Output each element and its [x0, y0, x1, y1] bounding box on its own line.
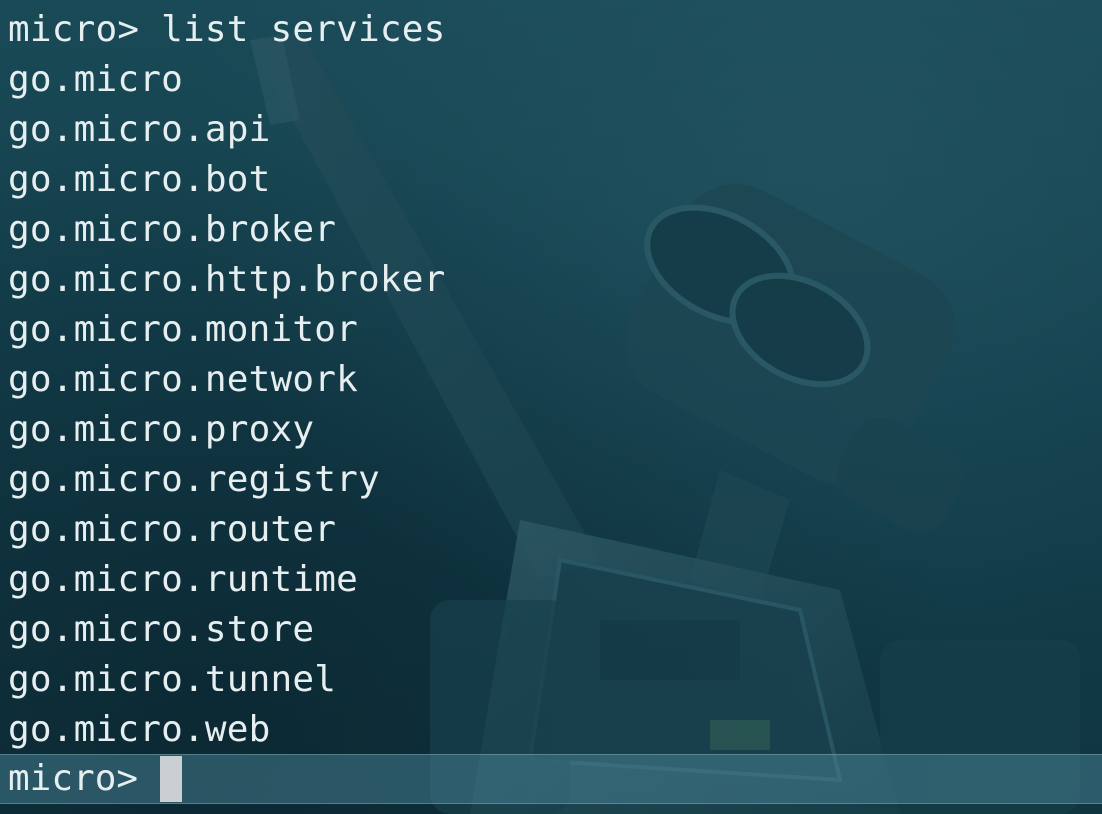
active-prompt-line[interactable]: micro>	[0, 754, 1102, 804]
service-item: go.micro.bot	[8, 159, 271, 200]
service-item: go.micro.monitor	[8, 309, 358, 350]
service-item: go.micro	[8, 59, 183, 100]
service-item: go.micro.registry	[8, 459, 380, 500]
service-item: go.micro.store	[8, 609, 315, 650]
terminal-output: micro> list services go.micro go.micro.a…	[0, 0, 1102, 755]
service-item: go.micro.api	[8, 109, 271, 150]
service-item: go.micro.proxy	[8, 409, 315, 450]
service-item: go.micro.router	[8, 509, 337, 550]
text-cursor	[159, 756, 182, 802]
service-item: go.micro.network	[8, 359, 358, 400]
service-item: go.micro.tunnel	[8, 659, 337, 700]
command-line: micro> list services	[8, 9, 446, 50]
prompt-label: micro>	[8, 758, 160, 799]
service-item: go.micro.broker	[8, 209, 337, 250]
terminal-window[interactable]: micro> list services go.micro go.micro.a…	[0, 0, 1102, 814]
service-item: go.micro.http.broker	[8, 259, 446, 300]
service-item: go.micro.runtime	[8, 559, 358, 600]
service-item: go.micro.web	[8, 709, 271, 750]
